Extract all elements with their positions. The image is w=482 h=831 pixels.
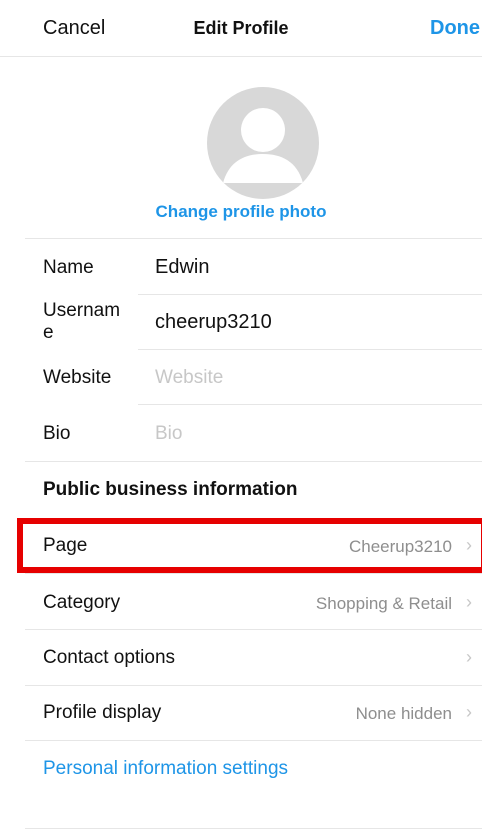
change-profile-photo-link[interactable]: Change profile photo bbox=[0, 202, 482, 222]
bio-label: Bio bbox=[43, 423, 71, 444]
divider bbox=[138, 404, 482, 405]
profile-display-row-label: Profile display bbox=[43, 702, 162, 723]
chevron-right-icon: › bbox=[466, 702, 472, 722]
divider bbox=[25, 828, 482, 829]
done-button[interactable]: Done bbox=[430, 17, 480, 40]
category-row-label: Category bbox=[43, 592, 121, 613]
name-field[interactable]: Edwin bbox=[155, 256, 209, 279]
personal-information-settings-link[interactable]: Personal information settings bbox=[43, 758, 288, 780]
category-row-value: Shopping & Retail bbox=[315, 594, 452, 613]
username-field[interactable]: cheerup3210 bbox=[155, 311, 272, 334]
website-field[interactable]: Website bbox=[155, 367, 223, 389]
default-avatar-icon bbox=[223, 108, 303, 183]
divider bbox=[25, 238, 482, 239]
divider bbox=[25, 461, 482, 462]
website-label: Website bbox=[43, 367, 112, 388]
username-label: Usernam e bbox=[43, 300, 121, 343]
divider bbox=[25, 740, 482, 741]
page-title: Edit Profile bbox=[193, 18, 289, 38]
chevron-right-icon: › bbox=[466, 647, 472, 667]
nav-header: Cancel Edit Profile Done bbox=[0, 0, 482, 57]
profile-display-row-value: None hidden bbox=[355, 704, 452, 723]
contact-options-row-label: Contact options bbox=[43, 647, 176, 668]
business-section-title: Public business information bbox=[43, 479, 298, 500]
divider bbox=[138, 294, 482, 295]
chevron-right-icon: › bbox=[466, 592, 472, 612]
divider bbox=[25, 629, 482, 630]
avatar[interactable] bbox=[207, 87, 319, 199]
divider bbox=[25, 573, 482, 574]
edit-profile-screen: Cancel Edit Profile Done Change profile … bbox=[0, 0, 482, 831]
divider bbox=[25, 685, 482, 686]
divider bbox=[138, 349, 482, 350]
name-label: Name bbox=[43, 257, 94, 278]
highlight-box bbox=[17, 518, 482, 573]
bio-field[interactable]: Bio bbox=[155, 423, 182, 445]
